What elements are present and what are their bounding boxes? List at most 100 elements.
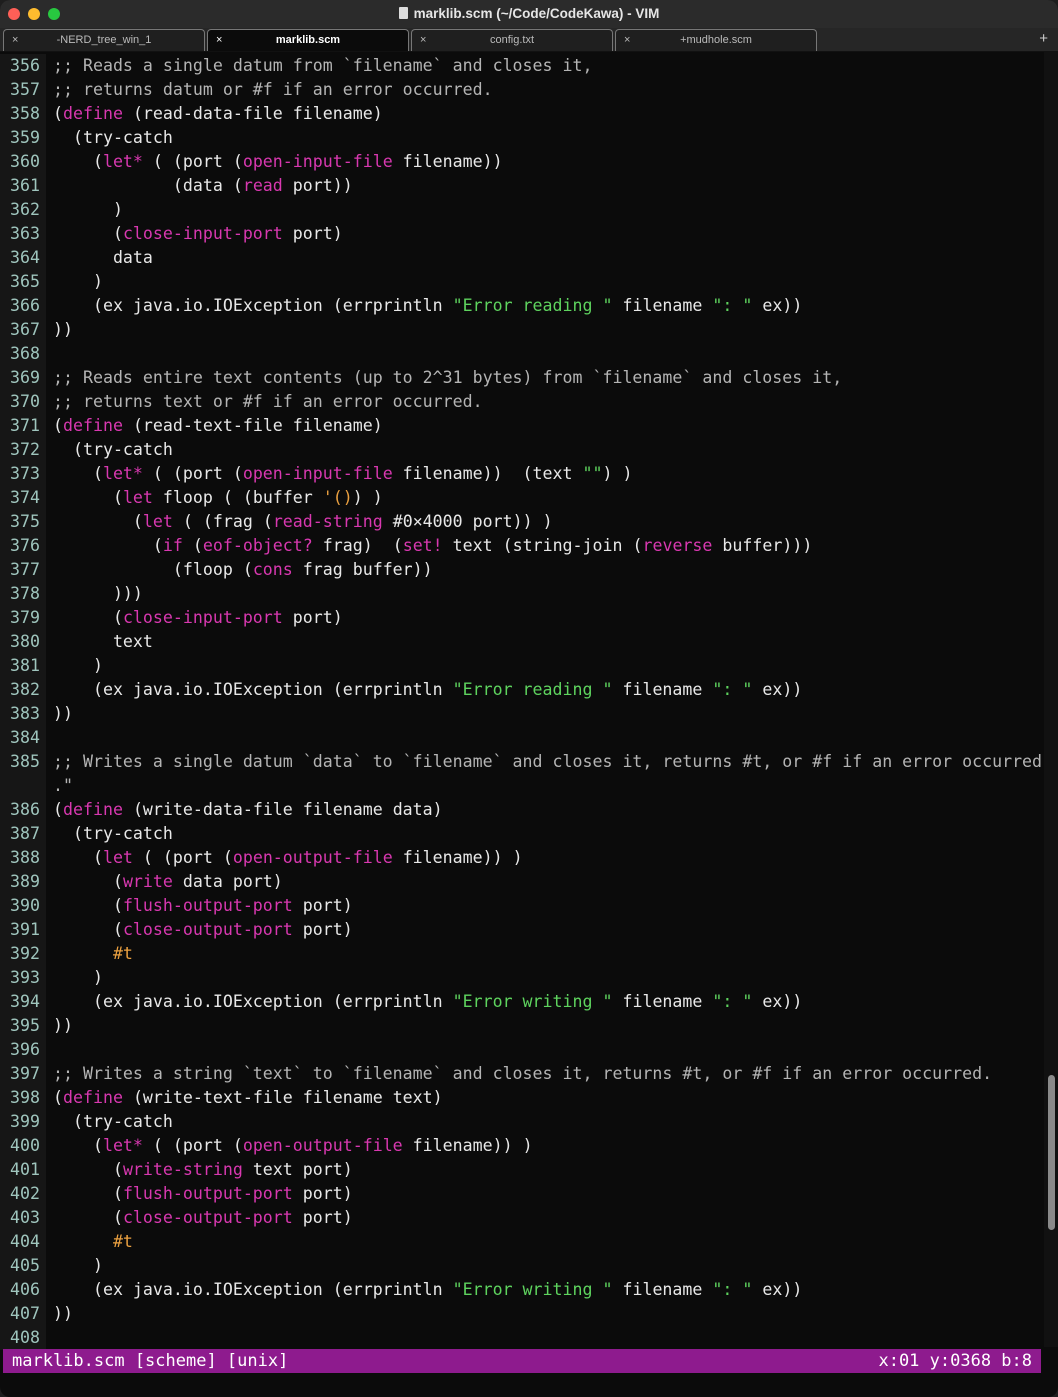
code-token: ( bbox=[53, 800, 63, 819]
line-number: 383 bbox=[0, 702, 46, 726]
code-line[interactable]: 393 ) bbox=[0, 966, 1044, 990]
code-line[interactable]: 365 ) bbox=[0, 270, 1044, 294]
code-line[interactable]: 377 (floop (cons frag buffer)) bbox=[0, 558, 1044, 582]
code-line[interactable]: 356 ;; Reads a single datum from `filenam… bbox=[0, 54, 1044, 78]
string-token: "Error reading " bbox=[452, 680, 613, 699]
code-line[interactable]: 389 (write data port) bbox=[0, 870, 1044, 894]
code-line[interactable]: 404 #t bbox=[0, 1230, 1044, 1254]
tab-close-icon[interactable]: × bbox=[420, 30, 426, 51]
tab-marklib[interactable]: × marklib.scm bbox=[207, 29, 409, 51]
code-line[interactable]: 394 (ex java.io.IOException (errprintln … bbox=[0, 990, 1044, 1014]
code-line[interactable]: 362 ) bbox=[0, 198, 1044, 222]
code-token: ) bbox=[53, 200, 123, 219]
code-line[interactable]: 397 ;; Writes a string `text` to `filenam… bbox=[0, 1062, 1044, 1086]
code-line[interactable]: 373 (let* ( (port (open-input-file filen… bbox=[0, 462, 1044, 486]
code-token: #0×4000 port)) ) bbox=[382, 512, 553, 531]
code-token: text (string-join ( bbox=[442, 536, 643, 555]
code-line[interactable]: 403 (close-output-port port) bbox=[0, 1206, 1044, 1230]
line-number: 359 bbox=[0, 126, 46, 150]
scrollbar-thumb[interactable] bbox=[1048, 1074, 1055, 1231]
line-number: 366 bbox=[0, 294, 46, 318]
code-line[interactable]: 370 ;; returns text or #f if an error occ… bbox=[0, 390, 1044, 414]
string-token: "Error writing " bbox=[452, 1280, 613, 1299]
code-line[interactable]: 395)) bbox=[0, 1014, 1044, 1038]
code-line[interactable]: 401 (write-string text port) bbox=[0, 1158, 1044, 1182]
code-line[interactable]: 359 (try-catch bbox=[0, 126, 1044, 150]
code-line[interactable]: 398 (define (write-text-file filename tex… bbox=[0, 1086, 1044, 1110]
code-line[interactable]: 392 #t bbox=[0, 942, 1044, 966]
title-bar: marklib.scm (~/Code/CodeKawa) - VIM bbox=[0, 0, 1058, 28]
code-line[interactable]: 396 bbox=[0, 1038, 1044, 1062]
keyword-token: flush-output-port bbox=[122, 896, 293, 915]
string-token: ": " bbox=[712, 992, 753, 1011]
code-token: (read-text-file filename) bbox=[122, 416, 383, 435]
keyword-token: open-input-file bbox=[242, 464, 393, 483]
tab-close-icon[interactable]: × bbox=[624, 30, 630, 51]
minimize-window-button[interactable] bbox=[28, 8, 40, 20]
code-token: ( bbox=[53, 1208, 123, 1227]
code-line[interactable]: 382 (ex java.io.IOException (errprintln … bbox=[0, 678, 1044, 702]
code-line[interactable]: 399 (try-catch bbox=[0, 1110, 1044, 1134]
tab-mudhole[interactable]: × +mudhole.scm bbox=[615, 29, 817, 51]
code-line[interactable]: 363 (close-input-port port) bbox=[0, 222, 1044, 246]
line-number: 385 bbox=[0, 750, 46, 774]
code-line[interactable]: 383)) bbox=[0, 702, 1044, 726]
code-line[interactable]: 400 (let* ( (port (open-output-file file… bbox=[0, 1134, 1044, 1158]
code-line[interactable]: 361 (data (read port)) bbox=[0, 174, 1044, 198]
line-number: 392 bbox=[0, 942, 46, 966]
code-line[interactable]: 407)) bbox=[0, 1302, 1044, 1326]
code-line[interactable]: 391 (close-output-port port) bbox=[0, 918, 1044, 942]
code-line[interactable]: 386 (define (write-data-file filename dat… bbox=[0, 798, 1044, 822]
code-line[interactable]: 364 data bbox=[0, 246, 1044, 270]
code-editor[interactable]: 356 ;; Reads a single datum from `filenam… bbox=[0, 54, 1044, 1350]
code-line[interactable]: 369 ;; Reads entire text contents (up to … bbox=[0, 366, 1044, 390]
code-line[interactable]: 372 (try-catch bbox=[0, 438, 1044, 462]
code-line[interactable]: 408 bbox=[0, 1326, 1044, 1350]
code-line[interactable]: 387 (try-catch bbox=[0, 822, 1044, 846]
code-line[interactable]: 381 ) bbox=[0, 654, 1044, 678]
code-line[interactable]: 378 ))) bbox=[0, 582, 1044, 606]
line-text bbox=[46, 1038, 53, 1062]
code-line[interactable]: 376 (if (eof-object? frag) (set! text (s… bbox=[0, 534, 1044, 558]
code-line[interactable]: 384 bbox=[0, 726, 1044, 750]
string-token: "Error reading " bbox=[452, 296, 613, 315]
code-line[interactable]: 379 (close-input-port port) bbox=[0, 606, 1044, 630]
code-line[interactable]: 405 ) bbox=[0, 1254, 1044, 1278]
code-line[interactable]: ." bbox=[0, 774, 1044, 798]
line-text: (ex java.io.IOException (errprintln "Err… bbox=[46, 678, 802, 702]
new-tab-button[interactable]: + bbox=[1039, 28, 1048, 50]
code-line[interactable]: 367)) bbox=[0, 318, 1044, 342]
tab-close-icon[interactable]: × bbox=[12, 30, 18, 51]
code-line[interactable]: 402 (flush-output-port port) bbox=[0, 1182, 1044, 1206]
code-line[interactable]: 374 (let floop ( (buffer '()) ) bbox=[0, 486, 1044, 510]
code-line[interactable]: 385 ;; Writes a single datum `data` to `f… bbox=[0, 750, 1044, 774]
code-token: ) ) bbox=[602, 464, 633, 483]
tab-config[interactable]: × config.txt bbox=[411, 29, 613, 51]
line-number: 363 bbox=[0, 222, 46, 246]
code-line[interactable]: 357 ;; returns datum or #f if an error oc… bbox=[0, 78, 1044, 102]
code-token: ex)) bbox=[752, 296, 803, 315]
string-token: ": " bbox=[712, 296, 753, 315]
line-text: (define (write-text-file filename text) bbox=[46, 1086, 443, 1110]
close-window-button[interactable] bbox=[8, 8, 20, 20]
comment-token: ;; Reads entire text contents (up to 2^3… bbox=[53, 368, 843, 387]
code-line[interactable]: 388 (let ( (port (open-output-file filen… bbox=[0, 846, 1044, 870]
zoom-window-button[interactable] bbox=[48, 8, 60, 20]
keyword-token: let bbox=[122, 488, 153, 507]
tab-close-icon[interactable]: × bbox=[216, 30, 222, 51]
tab-nerd-tree[interactable]: × -NERD_tree_win_1 bbox=[3, 29, 205, 51]
code-line[interactable]: 366 (ex java.io.IOException (errprintln … bbox=[0, 294, 1044, 318]
code-line[interactable]: 380 text bbox=[0, 630, 1044, 654]
comment-token: ;; returns datum or #f if an error occur… bbox=[53, 80, 493, 99]
code-token: (floop ( bbox=[53, 560, 253, 579]
code-line[interactable]: 371 (define (read-text-file filename) bbox=[0, 414, 1044, 438]
scrollbar[interactable] bbox=[1044, 51, 1058, 1347]
code-line[interactable]: 368 bbox=[0, 342, 1044, 366]
code-line[interactable]: 360 (let* ( (port (open-input-file filen… bbox=[0, 150, 1044, 174]
code-line[interactable]: 390 (flush-output-port port) bbox=[0, 894, 1044, 918]
code-token: (ex java.io.IOException (errprintln bbox=[53, 680, 453, 699]
code-line[interactable]: 406 (ex java.io.IOException (errprintln … bbox=[0, 1278, 1044, 1302]
code-line[interactable]: 358 (define (read-data-file filename) bbox=[0, 102, 1044, 126]
code-line[interactable]: 375 (let ( (frag (read-string #0×4000 po… bbox=[0, 510, 1044, 534]
keyword-token: cons bbox=[252, 560, 293, 579]
